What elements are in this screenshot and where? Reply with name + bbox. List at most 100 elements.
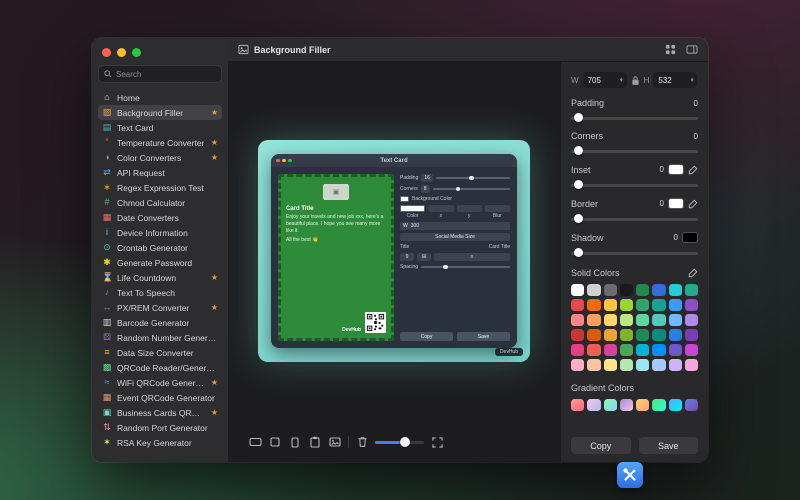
preview-y-input[interactable] — [456, 205, 482, 212]
padding-slider[interactable] — [571, 113, 698, 123]
color-swatch[interactable] — [684, 329, 698, 341]
preview-corners-stepper[interactable]: 8 — [420, 185, 430, 193]
gradient-swatch[interactable] — [668, 399, 682, 411]
sidebar-item-barcode-generator[interactable]: ▥ Barcode Generator ★ — [98, 315, 222, 330]
color-swatch[interactable] — [684, 344, 698, 356]
minimize-button[interactable] — [117, 48, 126, 57]
sidebar-item-life-countdown[interactable]: ⌛ Life Countdown ★ — [98, 270, 222, 285]
color-swatch[interactable] — [619, 344, 633, 356]
sidebar-toggle-icon[interactable] — [686, 44, 698, 55]
color-swatch[interactable] — [603, 329, 617, 341]
color-swatch[interactable] — [619, 314, 633, 326]
color-swatch[interactable] — [668, 299, 682, 311]
gradient-swatch[interactable] — [587, 399, 601, 411]
paste-icon[interactable] — [308, 435, 322, 449]
inset-slider[interactable] — [571, 180, 698, 190]
preview-style-control[interactable]: ⊞ — [417, 253, 431, 261]
sidebar-item-random-number-generator[interactable]: ⚄ Random Number Generator ★ — [98, 330, 222, 345]
gradient-swatch[interactable] — [684, 399, 698, 411]
color-swatch[interactable] — [684, 284, 698, 296]
color-swatch[interactable] — [587, 329, 601, 341]
corners-slider[interactable] — [571, 146, 698, 156]
frame-square-icon[interactable] — [268, 435, 282, 449]
color-swatch[interactable] — [571, 359, 585, 371]
gradient-swatch[interactable] — [652, 399, 666, 411]
color-swatch[interactable] — [603, 359, 617, 371]
height-stepper[interactable]: ▲ ▼ — [690, 76, 694, 83]
preview-width-input[interactable]: W 300 — [400, 222, 510, 230]
sidebar-item-rsa-key-generator[interactable]: ✶ RSA Key Generator ★ — [98, 435, 222, 450]
color-swatch[interactable] — [636, 329, 650, 341]
sidebar-item-chmod-calculator[interactable]: # Chmod Calculator ★ — [98, 195, 222, 210]
color-swatch[interactable] — [603, 314, 617, 326]
preview-color-swatch[interactable] — [400, 205, 426, 212]
color-swatch[interactable] — [636, 314, 650, 326]
sidebar-item-text-card[interactable]: ▤ Text Card ★ — [98, 120, 222, 135]
shadow-color-swatch[interactable] — [682, 232, 698, 243]
preview-stage[interactable]: Text Card ▣ Card Title Enjoy your travel… — [258, 140, 530, 362]
copy-button[interactable]: Copy — [571, 437, 631, 454]
preview-bg-color-swatch[interactable] — [400, 196, 409, 202]
sidebar-item-color-converters[interactable]: ◑ Color Converters ★ — [98, 150, 222, 165]
zoom-slider[interactable] — [375, 437, 424, 447]
trash-icon[interactable] — [355, 435, 369, 449]
color-swatch[interactable] — [652, 299, 666, 311]
sidebar-item-api-request[interactable]: ⇄ API Request ★ — [98, 165, 222, 180]
color-picker-eyedropper-icon[interactable] — [688, 268, 698, 278]
toolbox-app-icon[interactable] — [617, 462, 643, 488]
color-swatch[interactable] — [652, 314, 666, 326]
sidebar-item-regex-expression-test[interactable]: ∗ Regex Expression Test ★ — [98, 180, 222, 195]
lock-icon[interactable] — [631, 75, 640, 86]
preview-corners-slider[interactable] — [432, 186, 510, 192]
color-swatch[interactable] — [603, 299, 617, 311]
preview-x-input[interactable] — [428, 205, 454, 212]
color-swatch[interactable] — [684, 359, 698, 371]
color-swatch[interactable] — [619, 329, 633, 341]
window-titlebar[interactable]: Background Filler — [228, 38, 708, 62]
color-swatch[interactable] — [684, 299, 698, 311]
height-input[interactable]: 532 ▲ ▼ — [653, 72, 698, 88]
preview-align-control[interactable]: ≡ — [434, 253, 510, 261]
sidebar-item-wifi-qrcode-generator[interactable]: ≈ WiFi QRCode Generator ★ — [98, 375, 222, 390]
color-swatch[interactable] — [619, 284, 633, 296]
sidebar-item-temperature-converter[interactable]: ° Temperature Converter ★ — [98, 135, 222, 150]
sidebar-item-qrcode-reader-generator[interactable]: ▩ QRCode Reader/Generator ★ — [98, 360, 222, 375]
color-swatch[interactable] — [668, 329, 682, 341]
width-stepper[interactable]: ▲ ▼ — [619, 76, 623, 83]
preview-size-dropdown[interactable]: Social Media Size — [400, 233, 510, 241]
preview-copy-button[interactable]: Copy — [400, 332, 453, 341]
color-swatch[interactable] — [571, 284, 585, 296]
color-swatch[interactable] — [636, 299, 650, 311]
color-swatch[interactable] — [587, 359, 601, 371]
color-swatch[interactable] — [636, 284, 650, 296]
color-swatch[interactable] — [668, 284, 682, 296]
color-swatch[interactable] — [636, 359, 650, 371]
inset-color-swatch[interactable] — [668, 164, 684, 175]
color-swatch[interactable] — [652, 329, 666, 341]
preview-spacing-slider[interactable] — [421, 264, 510, 270]
sidebar-item-generate-password[interactable]: ✱ Generate Password ★ — [98, 255, 222, 270]
color-swatch[interactable] — [571, 344, 585, 356]
gallery-icon[interactable] — [665, 44, 676, 55]
border-color-swatch[interactable] — [668, 198, 684, 209]
color-swatch[interactable] — [587, 299, 601, 311]
sidebar-item-text-to-speech[interactable]: ♪ Text To Speech ★ — [98, 285, 222, 300]
color-swatch[interactable] — [684, 314, 698, 326]
sidebar-item-crontab-generator[interactable]: ⊙ Crontab Generator ★ — [98, 240, 222, 255]
image-icon[interactable] — [328, 435, 342, 449]
sidebar-item-business-cards-qrcode[interactable]: ▣ Business Cards QRCode... ★ — [98, 405, 222, 420]
sidebar-item-date-converters[interactable]: ▦ Date Converters ★ — [98, 210, 222, 225]
gradient-swatch[interactable] — [571, 399, 585, 411]
gradient-swatch[interactable] — [603, 399, 617, 411]
sidebar-item-device-information[interactable]: i Device Information ★ — [98, 225, 222, 240]
color-swatch[interactable] — [587, 284, 601, 296]
preview-font-size-control[interactable]: 9 — [400, 253, 414, 261]
preview-save-button[interactable]: Save — [457, 332, 510, 341]
sidebar-item-event-qrcode-generator[interactable]: ▦ Event QRCode Generator ★ — [98, 390, 222, 405]
preview-padding-slider[interactable] — [435, 175, 510, 181]
frame-tall-icon[interactable] — [288, 435, 302, 449]
color-swatch[interactable] — [571, 329, 585, 341]
color-swatch[interactable] — [652, 284, 666, 296]
color-swatch[interactable] — [636, 344, 650, 356]
border-eyedropper-icon[interactable] — [688, 199, 698, 209]
